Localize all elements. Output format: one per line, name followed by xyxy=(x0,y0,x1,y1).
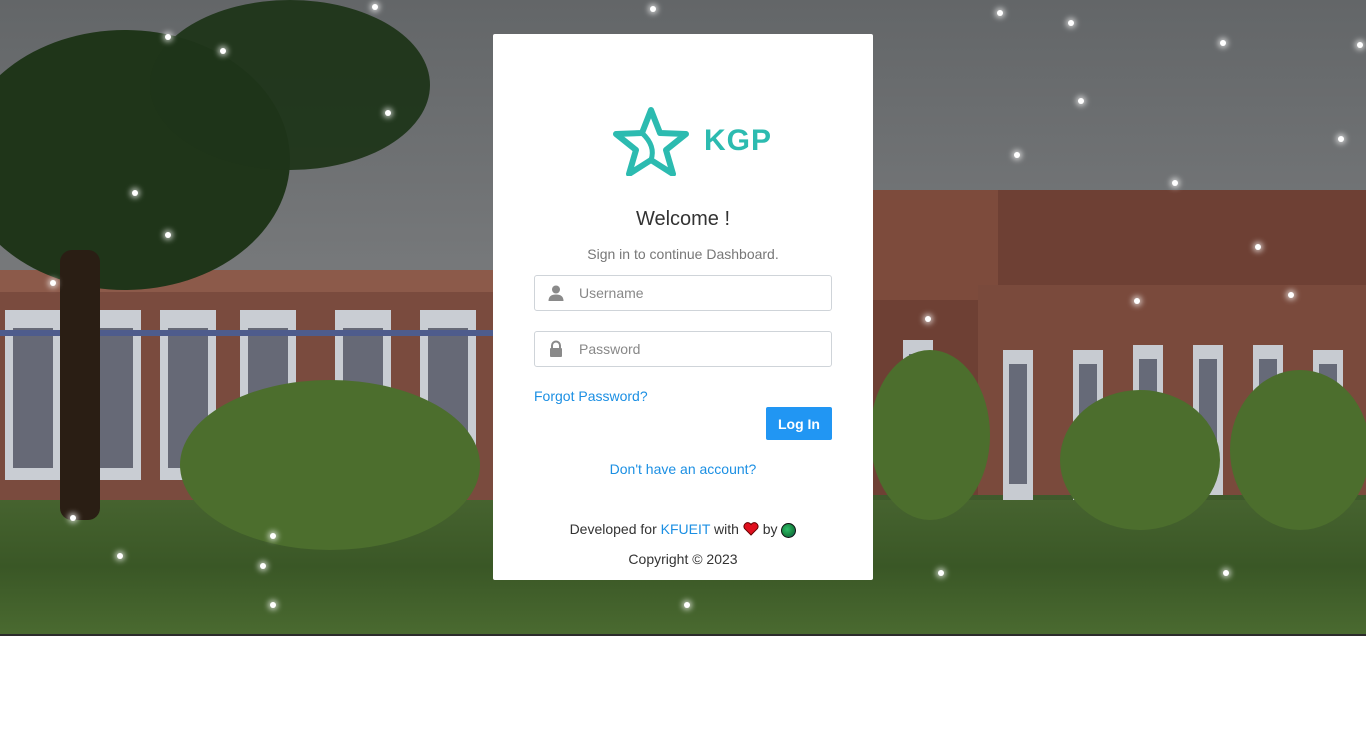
credits-by: by xyxy=(762,521,778,537)
copyright-text: Copyright © 2023 xyxy=(628,551,738,567)
developer-credits: Developed for KFUEIT with by xyxy=(493,521,873,539)
kfueit-link[interactable]: KFUEIT xyxy=(661,521,711,537)
forgot-password-link[interactable]: Forgot Password? xyxy=(534,388,648,404)
login-button[interactable]: Log In xyxy=(766,407,832,440)
logo-text: KGP xyxy=(704,124,773,157)
password-field[interactable] xyxy=(534,331,832,367)
kgp-logo: KGP xyxy=(606,106,776,177)
credits-prefix: Developed for xyxy=(569,521,657,537)
username-field[interactable] xyxy=(534,275,832,311)
heart-icon xyxy=(743,522,759,539)
star-logo-icon xyxy=(613,107,689,177)
username-input[interactable] xyxy=(579,276,819,310)
signup-link[interactable]: Don't have an account? xyxy=(493,461,873,477)
welcome-heading: Welcome ! xyxy=(635,208,731,230)
user-icon xyxy=(547,284,565,302)
credits-with: with xyxy=(714,521,739,537)
lock-icon xyxy=(547,340,565,358)
globe-icon xyxy=(781,522,797,538)
login-subtitle: Sign in to continue Dashboard. xyxy=(587,246,779,262)
login-card: KGP Welcome ! Sign in to continue Dashbo… xyxy=(493,34,873,580)
password-input[interactable] xyxy=(579,332,819,366)
